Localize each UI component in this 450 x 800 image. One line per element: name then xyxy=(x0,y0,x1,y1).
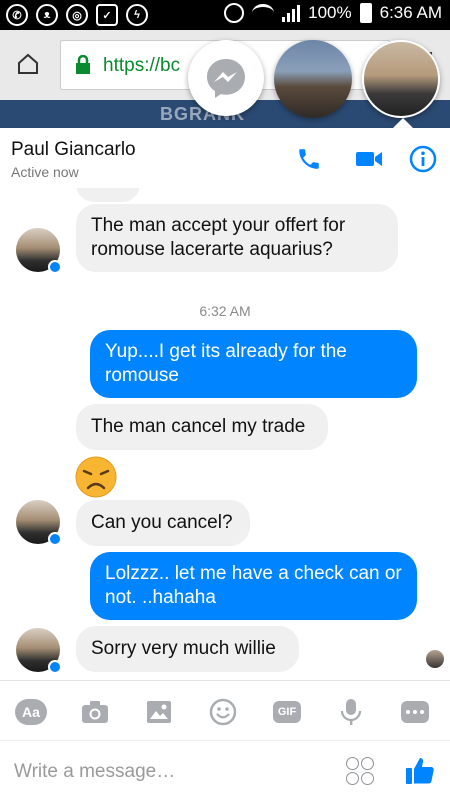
more-button[interactable] xyxy=(399,696,431,728)
voice-button[interactable] xyxy=(335,696,367,728)
messenger-badge-icon xyxy=(48,660,62,674)
camera-button[interactable] xyxy=(79,696,111,728)
message-composer xyxy=(0,740,450,800)
seen-avatar xyxy=(426,650,444,668)
gallery-button[interactable] xyxy=(143,696,175,728)
message-input[interactable] xyxy=(14,757,324,787)
chat-header: Paul Giancarlo Active now xyxy=(0,128,450,188)
messenger-badge-icon xyxy=(48,532,62,546)
alarm-icon xyxy=(224,3,245,23)
camera-icon xyxy=(82,701,108,723)
video-call-button[interactable] xyxy=(354,144,384,174)
like-icon[interactable] xyxy=(404,755,436,787)
microphone-icon xyxy=(340,699,362,725)
messenger-icon: ϟ xyxy=(126,4,148,26)
chathead-active-avatar[interactable] xyxy=(362,40,440,118)
cat-app-icon: ᴥ xyxy=(36,4,58,26)
message-bubble-incoming[interactable]: Can you cancel? xyxy=(76,500,250,546)
sender-avatar[interactable] xyxy=(16,500,62,546)
contact-status: Active now xyxy=(11,164,79,180)
status-bar: ✆ ᴥ ◎ ✓ ϟ 100% 6:36 AM xyxy=(0,0,450,30)
battery-percent: 100% xyxy=(308,3,352,22)
phone-icon xyxy=(299,149,319,169)
message-bubble-outgoing[interactable]: Yup....I get its already for the romouse xyxy=(90,330,417,398)
disappointed-face-icon[interactable] xyxy=(75,456,117,498)
message-thread[interactable]: The man accept your offert for romouse l… xyxy=(0,188,450,680)
wifi-icon xyxy=(252,4,275,22)
video-camera-icon xyxy=(356,152,382,166)
whatsapp-icon: ✆ xyxy=(6,4,28,26)
messenger-badge-icon xyxy=(48,260,62,274)
notification-icons: ✆ ᴥ ◎ ✓ ϟ xyxy=(6,4,148,26)
message-timestamp: 6:32 AM xyxy=(199,303,251,319)
message-bubble-incoming[interactable]: Sorry very much willie xyxy=(76,626,299,672)
home-icon[interactable] xyxy=(16,52,40,76)
message-text: Can you cancel? xyxy=(91,512,233,533)
message-text: The man cancel my trade xyxy=(91,416,306,437)
messenger-chathead[interactable] xyxy=(188,40,264,116)
message-text: Lolzzz.. let me have a check can or not.… xyxy=(105,563,402,608)
message-text: Sorry very much willie xyxy=(91,638,276,659)
chrome-icon: ◎ xyxy=(66,4,88,26)
message-text: The man accept your offert for romouse l… xyxy=(91,215,346,260)
text-format-button[interactable]: Aa xyxy=(15,696,47,728)
sticker-button[interactable] xyxy=(346,757,374,785)
aa-icon: Aa xyxy=(15,699,47,725)
smiley-icon xyxy=(209,698,237,726)
gif-button[interactable]: GIF xyxy=(271,696,303,728)
sender-avatar[interactable] xyxy=(16,228,62,274)
info-icon xyxy=(409,145,437,173)
sticker-icon xyxy=(346,757,359,770)
message-bubble-outgoing[interactable]: Lolzzz.. let me have a check can or not.… xyxy=(90,552,417,620)
message-text: Yup....I get its already for the romouse xyxy=(105,341,347,386)
emoji-button[interactable] xyxy=(207,696,239,728)
contact-name[interactable]: Paul Giancarlo xyxy=(11,139,136,161)
url-text: https://bc xyxy=(103,55,181,76)
composer-toolbar: Aa GIF xyxy=(0,680,450,740)
info-button[interactable] xyxy=(408,144,438,174)
call-button[interactable] xyxy=(294,144,324,174)
image-icon xyxy=(147,701,171,723)
messenger-logo-icon xyxy=(207,59,245,98)
message-bubble-incoming[interactable]: The man cancel my trade xyxy=(76,404,328,450)
signal-icon xyxy=(282,4,301,22)
briefcase-icon: ✓ xyxy=(96,4,118,26)
battery-icon xyxy=(359,3,372,23)
chathead-avatar[interactable] xyxy=(274,40,352,118)
message-bubble-incoming[interactable]: The man accept your offert for romouse l… xyxy=(76,204,398,272)
message-bubble-partial[interactable] xyxy=(76,188,140,202)
gif-icon: GIF xyxy=(273,701,301,723)
sender-avatar[interactable] xyxy=(16,628,62,674)
more-icon xyxy=(401,701,429,723)
clock: 6:36 AM xyxy=(379,3,442,22)
lock-icon xyxy=(76,55,90,74)
active-chathead-pointer xyxy=(393,118,413,128)
